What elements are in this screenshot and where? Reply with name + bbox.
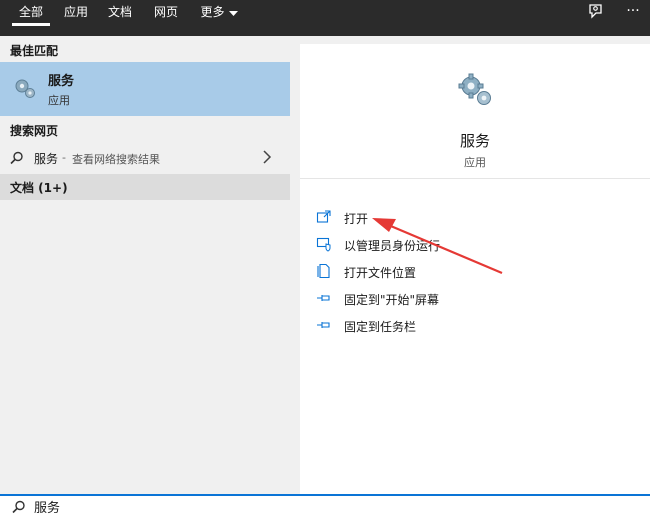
- action-pin-to-taskbar-label: 固定到任务栏: [344, 320, 417, 334]
- best-match-header: 最佳匹配: [10, 44, 59, 58]
- web-search-description: 查看网络搜索结果: [72, 153, 160, 166]
- web-search-header: 搜索网页: [10, 124, 59, 138]
- open-icon: [316, 209, 332, 225]
- best-match-subtitle: 应用: [48, 94, 70, 107]
- preview-app-subtitle: 应用: [464, 156, 486, 169]
- tab-documents-label: 文档: [107, 5, 132, 19]
- web-search-item[interactable]: 服务 - 查看网络搜索结果: [0, 146, 290, 172]
- pin-icon: [316, 290, 332, 306]
- gears-icon: [12, 75, 38, 101]
- tab-all[interactable]: 全部: [12, 0, 50, 36]
- top-tab-bar: 全部 应用 文档 网页 更多 ···: [0, 0, 650, 36]
- web-search-query: 服务: [34, 152, 59, 166]
- action-open-file-location-label: 打开文件位置: [344, 266, 417, 280]
- action-open-label: 打开: [344, 212, 369, 226]
- best-match-title: 服务: [48, 74, 75, 89]
- action-open-file-location[interactable]: 打开文件位置: [316, 260, 636, 284]
- ellipsis-icon: ···: [626, 3, 640, 19]
- search-bar: [0, 494, 650, 517]
- action-pin-to-start-label: 固定到"开始"屏幕: [344, 293, 440, 307]
- divider: [300, 178, 650, 179]
- search-icon: [10, 151, 24, 168]
- action-run-as-admin[interactable]: 以管理员身份运行: [316, 233, 636, 257]
- more-options-button[interactable]: ···: [620, 2, 646, 24]
- action-pin-to-taskbar[interactable]: 固定到任务栏: [316, 314, 636, 338]
- feedback-icon: [585, 4, 605, 25]
- action-open[interactable]: 打开: [316, 206, 636, 230]
- file-location-icon: [316, 263, 332, 279]
- search-input[interactable]: [34, 496, 634, 516]
- tab-more-label: 更多: [200, 5, 225, 19]
- pin-icon: [316, 317, 332, 333]
- chevron-down-icon: [228, 1, 238, 25]
- best-match-item-services[interactable]: 服务 应用: [0, 62, 290, 116]
- gears-icon: [456, 70, 496, 110]
- tab-documents[interactable]: 文档: [100, 0, 140, 36]
- documents-group-header[interactable]: 文档 (1+): [0, 174, 290, 200]
- documents-group-label: 文档 (1+): [10, 181, 68, 195]
- results-panel: 最佳匹配 服务 应用 搜索网页 服务 - 查看网络搜索结果 文档 (1+): [0, 36, 290, 494]
- action-pin-to-start[interactable]: 固定到"开始"屏幕: [316, 287, 636, 311]
- chevron-right-icon: [262, 149, 272, 168]
- tab-apps-label: 应用: [63, 5, 88, 19]
- tab-apps[interactable]: 应用: [56, 0, 96, 36]
- tab-web[interactable]: 网页: [146, 0, 186, 36]
- tab-more[interactable]: 更多: [192, 0, 246, 36]
- web-search-separator: -: [62, 151, 66, 164]
- shield-icon: [316, 236, 332, 252]
- preview-app-title: 服务: [459, 132, 490, 150]
- feedback-button[interactable]: [585, 2, 611, 24]
- tab-web-label: 网页: [153, 5, 178, 19]
- preview-panel: 服务 应用 打开 以管理员身份运行 打开文件位置 固定到"开始"屏幕 固定到任务…: [300, 44, 650, 494]
- tab-all-label: 全部: [18, 5, 43, 19]
- search-icon: [12, 500, 26, 517]
- action-run-as-admin-label: 以管理员身份运行: [344, 239, 441, 253]
